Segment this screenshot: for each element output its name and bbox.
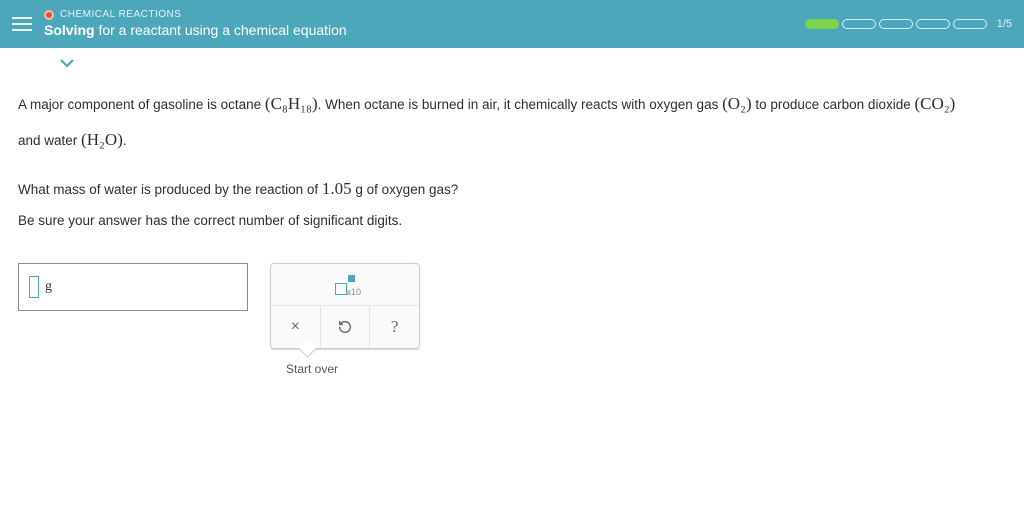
start-over-button[interactable]: Start over: [270, 349, 420, 388]
formula-water: (H₂O): [81, 130, 123, 149]
expand-button[interactable]: [56, 52, 78, 74]
answer-unit: g: [45, 279, 52, 295]
reset-button[interactable]: [321, 306, 371, 348]
title-block: CHEMICAL REACTIONS Solving for a reactan…: [44, 8, 805, 39]
tool-panel: x10 × ?: [270, 263, 420, 349]
exponent-icon: x10: [335, 275, 355, 295]
q-text: A major component of gasoline is octane: [18, 97, 265, 112]
q-text: .: [123, 133, 127, 148]
formula-co2: (CO₂): [914, 94, 955, 113]
progress-label: 1/5: [997, 18, 1012, 30]
menu-button[interactable]: [0, 0, 44, 48]
exp-label: x10: [346, 287, 361, 297]
start-over-label: Start over: [286, 362, 338, 376]
category-dot-icon: [44, 10, 54, 20]
q-text: g of oxygen gas?: [352, 182, 459, 197]
header-bar: CHEMICAL REACTIONS Solving for a reactan…: [0, 0, 1024, 48]
answer-row: g x10 × ?: [18, 263, 1006, 388]
topic-prefix: Solving: [44, 22, 95, 38]
tool-panel-wrap: x10 × ? Start over: [270, 263, 420, 388]
progress-seg: [916, 19, 950, 29]
clear-button[interactable]: ×: [271, 306, 321, 348]
topic-rest: for a reactant using a chemical equation: [95, 22, 347, 38]
q-sigfig-note: Be sure your answer has the correct numb…: [18, 213, 402, 228]
progress-seg: [879, 19, 913, 29]
content-area: A major component of gasoline is octane …: [0, 48, 1024, 398]
q-value: 1.05: [322, 179, 352, 198]
menu-icon: [12, 16, 32, 32]
progress-seg: [805, 19, 839, 29]
category-line: CHEMICAL REACTIONS: [44, 8, 805, 21]
progress-bar: [805, 19, 987, 29]
exponent-button[interactable]: x10: [271, 264, 419, 305]
q-text: . When octane is burned in air, it chemi…: [318, 97, 722, 112]
q-text: What mass of water is produced by the re…: [18, 182, 322, 197]
help-button[interactable]: ?: [370, 306, 419, 348]
help-icon: ?: [391, 317, 399, 337]
formula-oxygen: (O₂): [722, 94, 752, 113]
progress-seg: [953, 19, 987, 29]
reset-icon: [337, 319, 353, 335]
answer-input-box[interactable]: g: [18, 263, 248, 311]
chevron-down-icon: [60, 58, 74, 68]
progress-wrap: 1/5: [805, 18, 1012, 30]
answer-cursor: [29, 276, 39, 298]
q-text: to produce carbon dioxide: [752, 97, 915, 112]
formula-octane: (C₈H₁₈): [265, 94, 318, 113]
progress-seg: [842, 19, 876, 29]
category-label: CHEMICAL REACTIONS: [60, 8, 181, 21]
q-text: and water: [18, 133, 81, 148]
question-text: A major component of gasoline is octane …: [18, 86, 1006, 235]
topic-line: Solving for a reactant using a chemical …: [44, 21, 805, 39]
clear-icon: ×: [291, 318, 300, 336]
